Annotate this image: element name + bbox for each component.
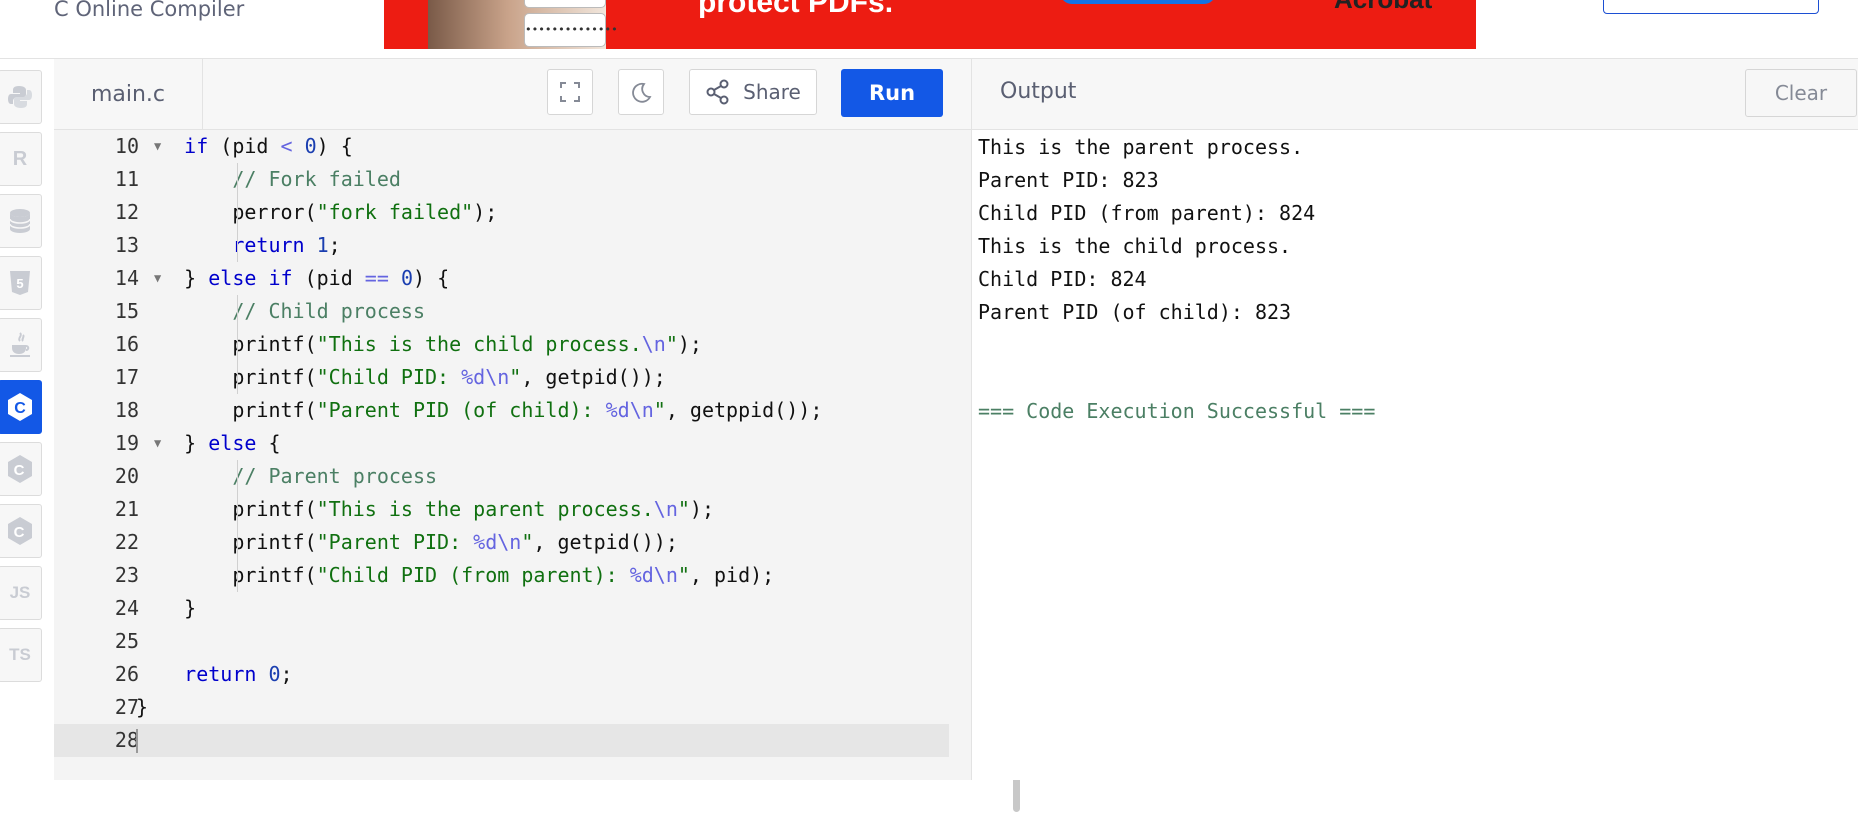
clear-button[interactable]: Clear xyxy=(1745,69,1857,117)
indent-guide xyxy=(237,295,238,394)
code-area[interactable]: 10 ▼ if (pid < 0) { 11 // Fork failed 12 … xyxy=(54,130,949,780)
share-icon xyxy=(706,79,729,105)
code-line: 17 printf("Child PID: %d\n", getpid()); xyxy=(114,365,666,389)
code-line: 27} xyxy=(114,695,149,719)
ad-headline: protect PDFs. xyxy=(698,0,894,19)
indent-guide xyxy=(237,163,238,262)
code-line: 26 return 0; xyxy=(114,662,293,686)
output-line: This is the child process. xyxy=(978,234,1292,258)
svg-text:C: C xyxy=(14,524,25,541)
code-line: 10 ▼ if (pid < 0) { xyxy=(54,130,949,163)
ad-cta-button[interactable] xyxy=(1060,0,1216,4)
code-editor-panel: main.c Share Run 10 ▼ if (pid < 0) { 11 /… xyxy=(54,59,1020,812)
csharp-icon[interactable]: C xyxy=(0,504,42,558)
text-cursor xyxy=(136,729,138,753)
code-line: 11 // Fork failed xyxy=(114,167,401,191)
dark-mode-icon[interactable] xyxy=(618,69,664,115)
output-line: Parent PID: 823 xyxy=(978,168,1159,192)
output-text: This is the parent process. Parent PID: … xyxy=(978,131,1375,428)
code-line: 20 // Parent process xyxy=(114,464,438,488)
output-panel: Output Clear This is the parent process.… xyxy=(971,59,1858,780)
output-line: Parent PID (of child): 823 xyxy=(978,300,1292,324)
code-line: 24 } xyxy=(114,596,197,620)
python-icon[interactable] xyxy=(0,70,42,124)
code-line: 23 printf("Child PID (from parent): %d\n… xyxy=(114,563,775,587)
r-icon[interactable]: R xyxy=(0,132,42,186)
code-line-active: 28 xyxy=(54,724,949,757)
javascript-icon[interactable]: JS xyxy=(0,566,42,620)
c-language-icon[interactable]: C xyxy=(0,380,42,434)
output-line: Child PID (from parent): 824 xyxy=(978,201,1316,225)
execution-status: === Code Execution Successful === xyxy=(978,399,1376,423)
code-line: 16 printf("This is the child process.\n"… xyxy=(114,332,702,356)
code-line: 13 return 1; xyxy=(114,233,341,257)
code-line: 12 perror("fork failed"); xyxy=(114,200,498,224)
code-line: 15 // Child process xyxy=(114,299,425,323)
share-button[interactable]: Share xyxy=(689,69,817,115)
fullscreen-icon[interactable] xyxy=(547,69,593,115)
ad-brand: Acrobat xyxy=(1334,0,1432,15)
code-line: 18 printf("Parent PID (of child): %d\n",… xyxy=(114,398,823,422)
ad-password-field: •••••••••••••• xyxy=(524,13,618,47)
site-title[interactable]: C Online Compiler xyxy=(54,0,244,21)
typescript-icon[interactable]: TS xyxy=(0,628,42,682)
code-line: 19 ▼ } else { xyxy=(54,427,949,460)
top-bar: C Online Compiler •••••••••••••• protect… xyxy=(0,0,1858,59)
svg-text:5: 5 xyxy=(16,276,23,291)
indent-guide xyxy=(237,460,238,592)
cpp-icon[interactable]: C xyxy=(0,442,42,496)
editor-toolbar: main.c Share Run xyxy=(54,59,971,130)
code-line: 25 xyxy=(114,629,139,653)
output-line: This is the parent process. xyxy=(978,135,1304,159)
file-tab-main-c[interactable]: main.c xyxy=(54,59,203,129)
database-icon[interactable] xyxy=(0,194,42,248)
code-line: 14 ▼ } else if (pid == 0) { xyxy=(54,262,949,295)
output-line: Child PID: 824 xyxy=(978,267,1147,291)
header-button[interactable] xyxy=(1603,0,1819,14)
output-title: Output xyxy=(1000,79,1077,104)
ad-password-field-top xyxy=(524,0,606,8)
code-line: 21 printf("This is the parent process.\n… xyxy=(114,497,715,521)
java-icon[interactable] xyxy=(0,318,42,372)
run-button[interactable]: Run xyxy=(841,69,943,117)
svg-text:C: C xyxy=(14,400,26,417)
svg-text:C: C xyxy=(14,462,25,479)
language-sidebar: R 5 C C C JS TS xyxy=(0,59,55,780)
output-toolbar: Output Clear xyxy=(972,59,1858,130)
html5-icon[interactable]: 5 xyxy=(0,256,42,310)
code-line: 22 printf("Parent PID: %d\n", getpid()); xyxy=(114,530,678,554)
ad-banner[interactable]: •••••••••••••• protect PDFs. Acrobat xyxy=(384,0,1476,49)
